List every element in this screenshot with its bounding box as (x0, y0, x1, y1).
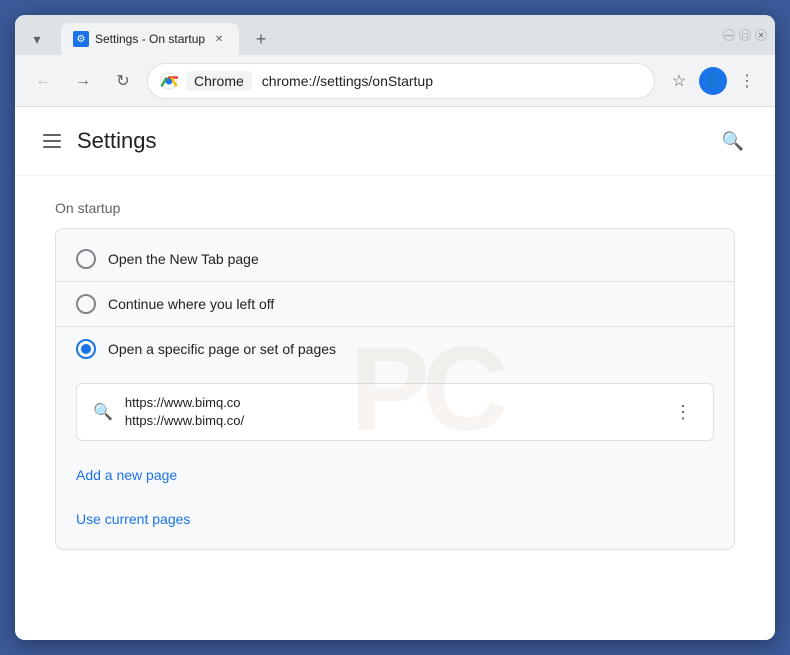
chrome-logo-icon (160, 72, 178, 90)
url-line-2: https://www.bimq.co/ (125, 412, 657, 430)
url-more-button[interactable]: ⋮ (669, 398, 697, 426)
page-title: Settings (77, 128, 157, 154)
settings-header: Settings 🔍 (15, 107, 775, 176)
reload-button[interactable]: ↻ (107, 65, 139, 97)
menu-button[interactable]: ⋮ (731, 65, 763, 97)
radio-continue[interactable] (76, 294, 96, 314)
radio-selected-indicator (81, 344, 91, 354)
chrome-label: Chrome (186, 71, 252, 91)
radio-new-tab[interactable] (76, 249, 96, 269)
url-entry: 🔍 https://www.bimq.co https://www.bimq.c… (76, 383, 714, 441)
search-icon: 🔍 (722, 131, 744, 152)
option-specific-label: Open a specific page or set of pages (108, 341, 336, 357)
address-text: chrome://settings/onStartup (262, 73, 642, 89)
radio-specific[interactable] (76, 339, 96, 359)
nav-icons: ☆ 👤 ⋮ (663, 65, 763, 97)
option-continue[interactable]: Continue where you left off (56, 282, 734, 326)
actions-section: Add a new page (56, 453, 734, 497)
option-new-tab[interactable]: Open the New Tab page (56, 237, 734, 281)
close-button[interactable]: ✕ (755, 29, 767, 41)
url-text-block: https://www.bimq.co https://www.bimq.co/ (125, 394, 657, 430)
settings-title-area: Settings (39, 128, 157, 154)
hamburger-line-3 (43, 146, 61, 148)
url-search-icon: 🔍 (93, 402, 113, 422)
title-bar: ▾ ⚙ Settings - On startup ✕ + — □ ✕ (15, 15, 775, 55)
profile-icon: 👤 (704, 72, 721, 89)
tab-favicon-icon: ⚙ (73, 31, 89, 47)
window-controls: — □ ✕ (715, 23, 767, 55)
url-line-1: https://www.bimq.co (125, 394, 657, 412)
nav-bar: ← → ↻ Chrome chrome://settings/onStartup… (15, 55, 775, 107)
maximize-button[interactable]: □ (739, 29, 751, 41)
option-new-tab-label: Open the New Tab page (108, 251, 259, 267)
forward-button[interactable]: → (67, 65, 99, 97)
tab-title: Settings - On startup (95, 32, 205, 46)
add-new-page-link[interactable]: Add a new page (56, 457, 197, 493)
startup-card: PC Open the New Tab page Continue where … (55, 228, 735, 550)
page-content: Settings 🔍 On startup PC Open the New Ta… (15, 107, 775, 640)
option-specific[interactable]: Open a specific page or set of pages (56, 327, 734, 371)
minimize-button[interactable]: — (723, 29, 735, 41)
hamburger-line-1 (43, 134, 61, 136)
profile-button[interactable]: 👤 (699, 67, 727, 95)
hamburger-menu-button[interactable] (39, 130, 65, 152)
tab-area: ▾ ⚙ Settings - On startup ✕ + (23, 23, 715, 55)
back-button[interactable]: ← (27, 65, 59, 97)
section-title: On startup (55, 200, 735, 216)
new-tab-button[interactable]: + (247, 25, 275, 53)
tab-dropdown-btn[interactable]: ▾ (23, 25, 51, 53)
bookmark-button[interactable]: ☆ (663, 65, 695, 97)
address-bar[interactable]: Chrome chrome://settings/onStartup (147, 63, 655, 99)
url-entry-section: 🔍 https://www.bimq.co https://www.bimq.c… (56, 371, 734, 453)
settings-body: On startup PC Open the New Tab page Cont… (15, 176, 775, 640)
browser-window: ▾ ⚙ Settings - On startup ✕ + — □ ✕ ← → … (15, 15, 775, 640)
use-current-section: Use current pages (56, 497, 734, 541)
settings-search-button[interactable]: 🔍 (715, 123, 751, 159)
hamburger-line-2 (43, 140, 61, 142)
tab-close-button[interactable]: ✕ (211, 31, 227, 47)
active-tab[interactable]: ⚙ Settings - On startup ✕ (61, 23, 239, 55)
use-current-pages-link[interactable]: Use current pages (56, 501, 210, 537)
option-continue-label: Continue where you left off (108, 296, 274, 312)
